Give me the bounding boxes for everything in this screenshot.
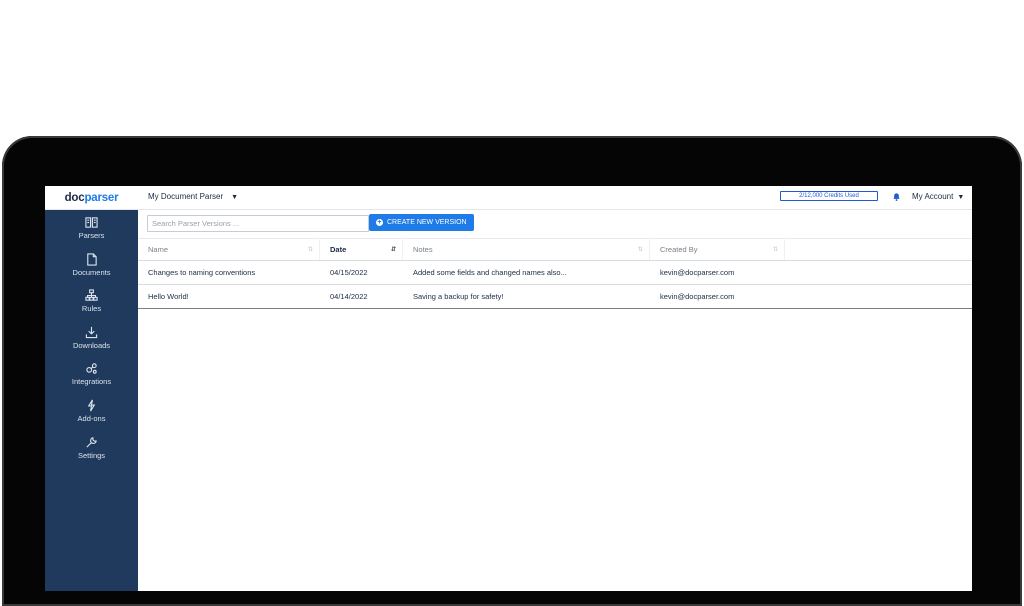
cell-date: 04/15/2022 [330,268,368,277]
wrench-icon [86,436,97,448]
sidebar-label-documents: Documents [72,267,111,277]
cell-notes: Added some fields and changed names also… [413,268,567,277]
search-versions-input[interactable] [147,215,369,232]
sidebar-nav: Parsers Documents Rules Downloads Integr… [45,216,138,472]
column-header-date[interactable]: Date ⇵ [320,238,403,260]
column-label: Date [330,244,347,254]
integrations-icon [86,363,97,375]
logo-prefix: doc [64,191,85,204]
create-button-label: CREATE NEW VERSION [387,219,467,226]
create-new-version-button[interactable]: + CREATE NEW VERSION [369,214,474,231]
sidebar-label-downloads: Downloads [72,340,111,350]
account-menu[interactable]: My Account ▼ [912,192,964,201]
table-row[interactable]: Changes to naming conventions 04/15/2022… [138,261,972,285]
column-header-created-by[interactable]: Created By ⇅ [650,238,785,260]
sidebar: docparser Parsers Documents Rules Downlo… [45,186,138,591]
versions-table: Name ⇅ Date ⇵ Notes ⇅ Created By ⇅ Changes t… [138,238,972,309]
document-icon [87,252,97,266]
plus-circle-icon: + [376,219,383,226]
sidebar-item-rules[interactable]: Rules [45,289,138,326]
addons-icon [87,399,96,412]
logo-area[interactable]: docparser [45,186,138,210]
account-label: My Account [912,192,954,201]
cell-date: 04/14/2022 [330,292,368,301]
table-header: Name ⇅ Date ⇵ Notes ⇅ Created By ⇅ [138,238,972,261]
caret-down-icon: ▼ [957,194,965,201]
column-header-name[interactable]: Name ⇅ [138,238,320,260]
cell-created-by: kevin@docparser.com [660,292,735,301]
sort-desc-icon: ⇵ [390,246,396,253]
column-label: Name [148,244,169,254]
sidebar-item-settings[interactable]: Settings [45,436,138,473]
top-bar: My Document Parser ▼ 2/12,000 Credits Use… [138,186,972,210]
app-screen: docparser Parsers Documents Rules Downlo… [45,186,972,591]
caret-down-icon: ▼ [231,194,239,201]
sidebar-item-integrations[interactable]: Integrations [45,362,138,399]
credits-badge[interactable]: 2/12,000 Credits Used [780,191,878,201]
sidebar-label-integrations: Integrations [71,377,112,387]
sort-icon: ⇅ [772,246,778,253]
column-header-notes[interactable]: Notes ⇅ [403,238,650,260]
parsers-icon [85,217,98,228]
table-row[interactable]: Hello World! 04/14/2022 Saving a backup … [138,285,972,309]
logo-suffix: parser [84,191,119,204]
download-icon [85,326,98,338]
cell-created-by: kevin@docparser.com [660,268,735,277]
sidebar-label-rules: Rules [81,304,102,314]
sidebar-label-parsers: Parsers [78,231,105,240]
docparser-logo: docparser [65,192,119,204]
parser-selector[interactable]: My Document Parser ▼ [148,192,238,201]
toolbar: + CREATE NEW VERSION [138,210,972,239]
sort-icon: ⇅ [637,246,643,253]
cell-notes: Saving a backup for safety! [413,292,504,301]
sidebar-item-downloads[interactable]: Downloads [45,326,138,363]
sidebar-item-addons[interactable]: Add-ons [45,399,138,436]
sort-icon: ⇅ [307,246,313,253]
sidebar-item-parsers[interactable]: Parsers [45,216,138,253]
cell-name: Hello World! [148,292,189,301]
cell-name: Changes to naming conventions [148,268,256,277]
column-label: Notes [413,244,433,254]
sidebar-label-addons: Add-ons [77,413,106,423]
column-label: Created By [660,244,698,254]
parser-name: My Document Parser [148,192,224,201]
sidebar-item-documents[interactable]: Documents [45,252,138,290]
bell-icon[interactable] [891,191,902,202]
rules-icon [85,289,98,301]
sidebar-label-settings: Settings [77,450,106,460]
